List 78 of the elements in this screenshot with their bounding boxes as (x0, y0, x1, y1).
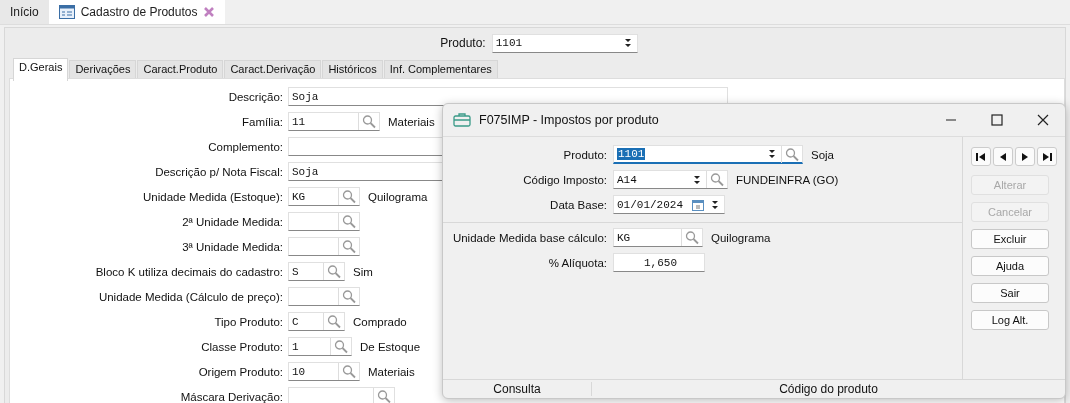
lookup-field[interactable]: C (288, 312, 345, 331)
field-label: Unidade Medida base cálculo: (451, 231, 608, 244)
next-record-button[interactable] (1015, 147, 1035, 166)
lookup-field[interactable]: S (288, 262, 345, 281)
last-icon (1042, 151, 1052, 162)
page-tab[interactable]: Início (0, 0, 49, 24)
dropdown-icon[interactable] (623, 38, 632, 48)
tab[interactable]: Caract.Produto (137, 60, 224, 78)
combo-field[interactable]: A14 (613, 170, 728, 189)
dropdown-icon[interactable] (693, 174, 701, 185)
field-label: Descrição p/ Nota Fiscal: (154, 165, 284, 178)
action-button[interactable]: Excluir (971, 229, 1049, 249)
field-label: Bloco K utiliza decimais do cadastro: (94, 265, 284, 278)
field-description: Soja (811, 148, 835, 161)
field-label: Classe Produto: (200, 340, 284, 353)
field-label: 2ª Unidade Medida: (181, 215, 284, 228)
status-text: Código do produto (778, 382, 879, 396)
field-label: % Alíquota: (547, 256, 608, 269)
tab-label: Início (10, 5, 39, 19)
calendar-icon[interactable] (692, 198, 704, 211)
field-description: Comprado (353, 315, 407, 328)
action-button[interactable]: Log Alt. (971, 310, 1049, 330)
field-label: Complemento: (207, 140, 284, 153)
action-button[interactable]: Ajuda (971, 256, 1049, 276)
field-label: Código Imposto: (522, 173, 608, 186)
field-description: De Estoque (360, 340, 421, 353)
briefcase-icon (453, 113, 471, 127)
lookup-field[interactable]: 1 (288, 337, 352, 356)
tab[interactable]: Inf. Complementares (383, 60, 498, 78)
field-label: Origem Produto: (197, 365, 284, 378)
field-description: Materiais (368, 365, 415, 378)
field-label: Produto: (440, 36, 486, 50)
tab[interactable]: D.Gerais (13, 58, 69, 81)
status-text: Consulta (443, 382, 592, 396)
lookup-field[interactable] (288, 237, 360, 256)
lookup-field[interactable] (288, 387, 395, 403)
last-record-button[interactable] (1037, 147, 1057, 166)
close-icon[interactable] (1037, 114, 1049, 126)
form-icon (58, 5, 75, 19)
next-icon (1020, 151, 1030, 162)
field-label: Descrição: (227, 90, 284, 103)
field-label: Tipo Produto: (213, 315, 284, 328)
dropdown-icon[interactable] (768, 149, 776, 159)
field-label: 3ª Unidade Medida: (181, 240, 284, 253)
maximize-icon[interactable] (991, 114, 1003, 126)
lookup-field[interactable] (288, 212, 360, 231)
field-description: FUNDEINFRA (GO) (736, 173, 839, 186)
previous-record-button[interactable] (993, 147, 1013, 166)
number-field[interactable]: 1,650 (613, 253, 705, 272)
first-record-button[interactable] (971, 147, 991, 166)
field-description: Sim (353, 265, 373, 278)
lookup-field[interactable]: 11 (288, 112, 380, 131)
date-field[interactable]: 01/01/2024 (613, 195, 725, 214)
lookup-field[interactable] (288, 287, 360, 306)
tab[interactable]: Caract.Derivação (224, 60, 322, 78)
lookup-field[interactable]: 10 (288, 362, 360, 381)
tab-label: Cadastro de Produtos (80, 5, 198, 19)
field-description: Materiais (388, 115, 435, 128)
dropdown-icon[interactable] (711, 199, 719, 210)
field-label: Unidade Medida (Cálculo de preço): (97, 290, 284, 303)
field-label: Máscara Derivação: (179, 390, 284, 403)
field-label: Produto: (562, 148, 608, 161)
field-description: Quilograma (368, 190, 428, 203)
field-label: Unidade Medida (Estoque): (142, 190, 284, 203)
window-title: F075IMP - Impostos por produto (479, 113, 659, 127)
tab[interactable]: Históricos (322, 60, 383, 78)
combo-field[interactable]: 1101 (613, 145, 803, 164)
previous-icon (998, 151, 1008, 162)
page-tab[interactable]: Cadastro de Produtos (48, 0, 226, 24)
first-icon (976, 151, 986, 162)
action-button[interactable]: Sair (971, 283, 1049, 303)
product-field[interactable]: 1101 (491, 33, 638, 53)
tab[interactable]: Derivações (69, 60, 137, 78)
lookup-field[interactable]: KG (613, 228, 703, 247)
field-description: Quilograma (711, 231, 771, 244)
field-label: Data Base: (549, 198, 608, 211)
field-label: Família: (241, 115, 284, 128)
lookup-field[interactable]: KG (288, 187, 360, 206)
